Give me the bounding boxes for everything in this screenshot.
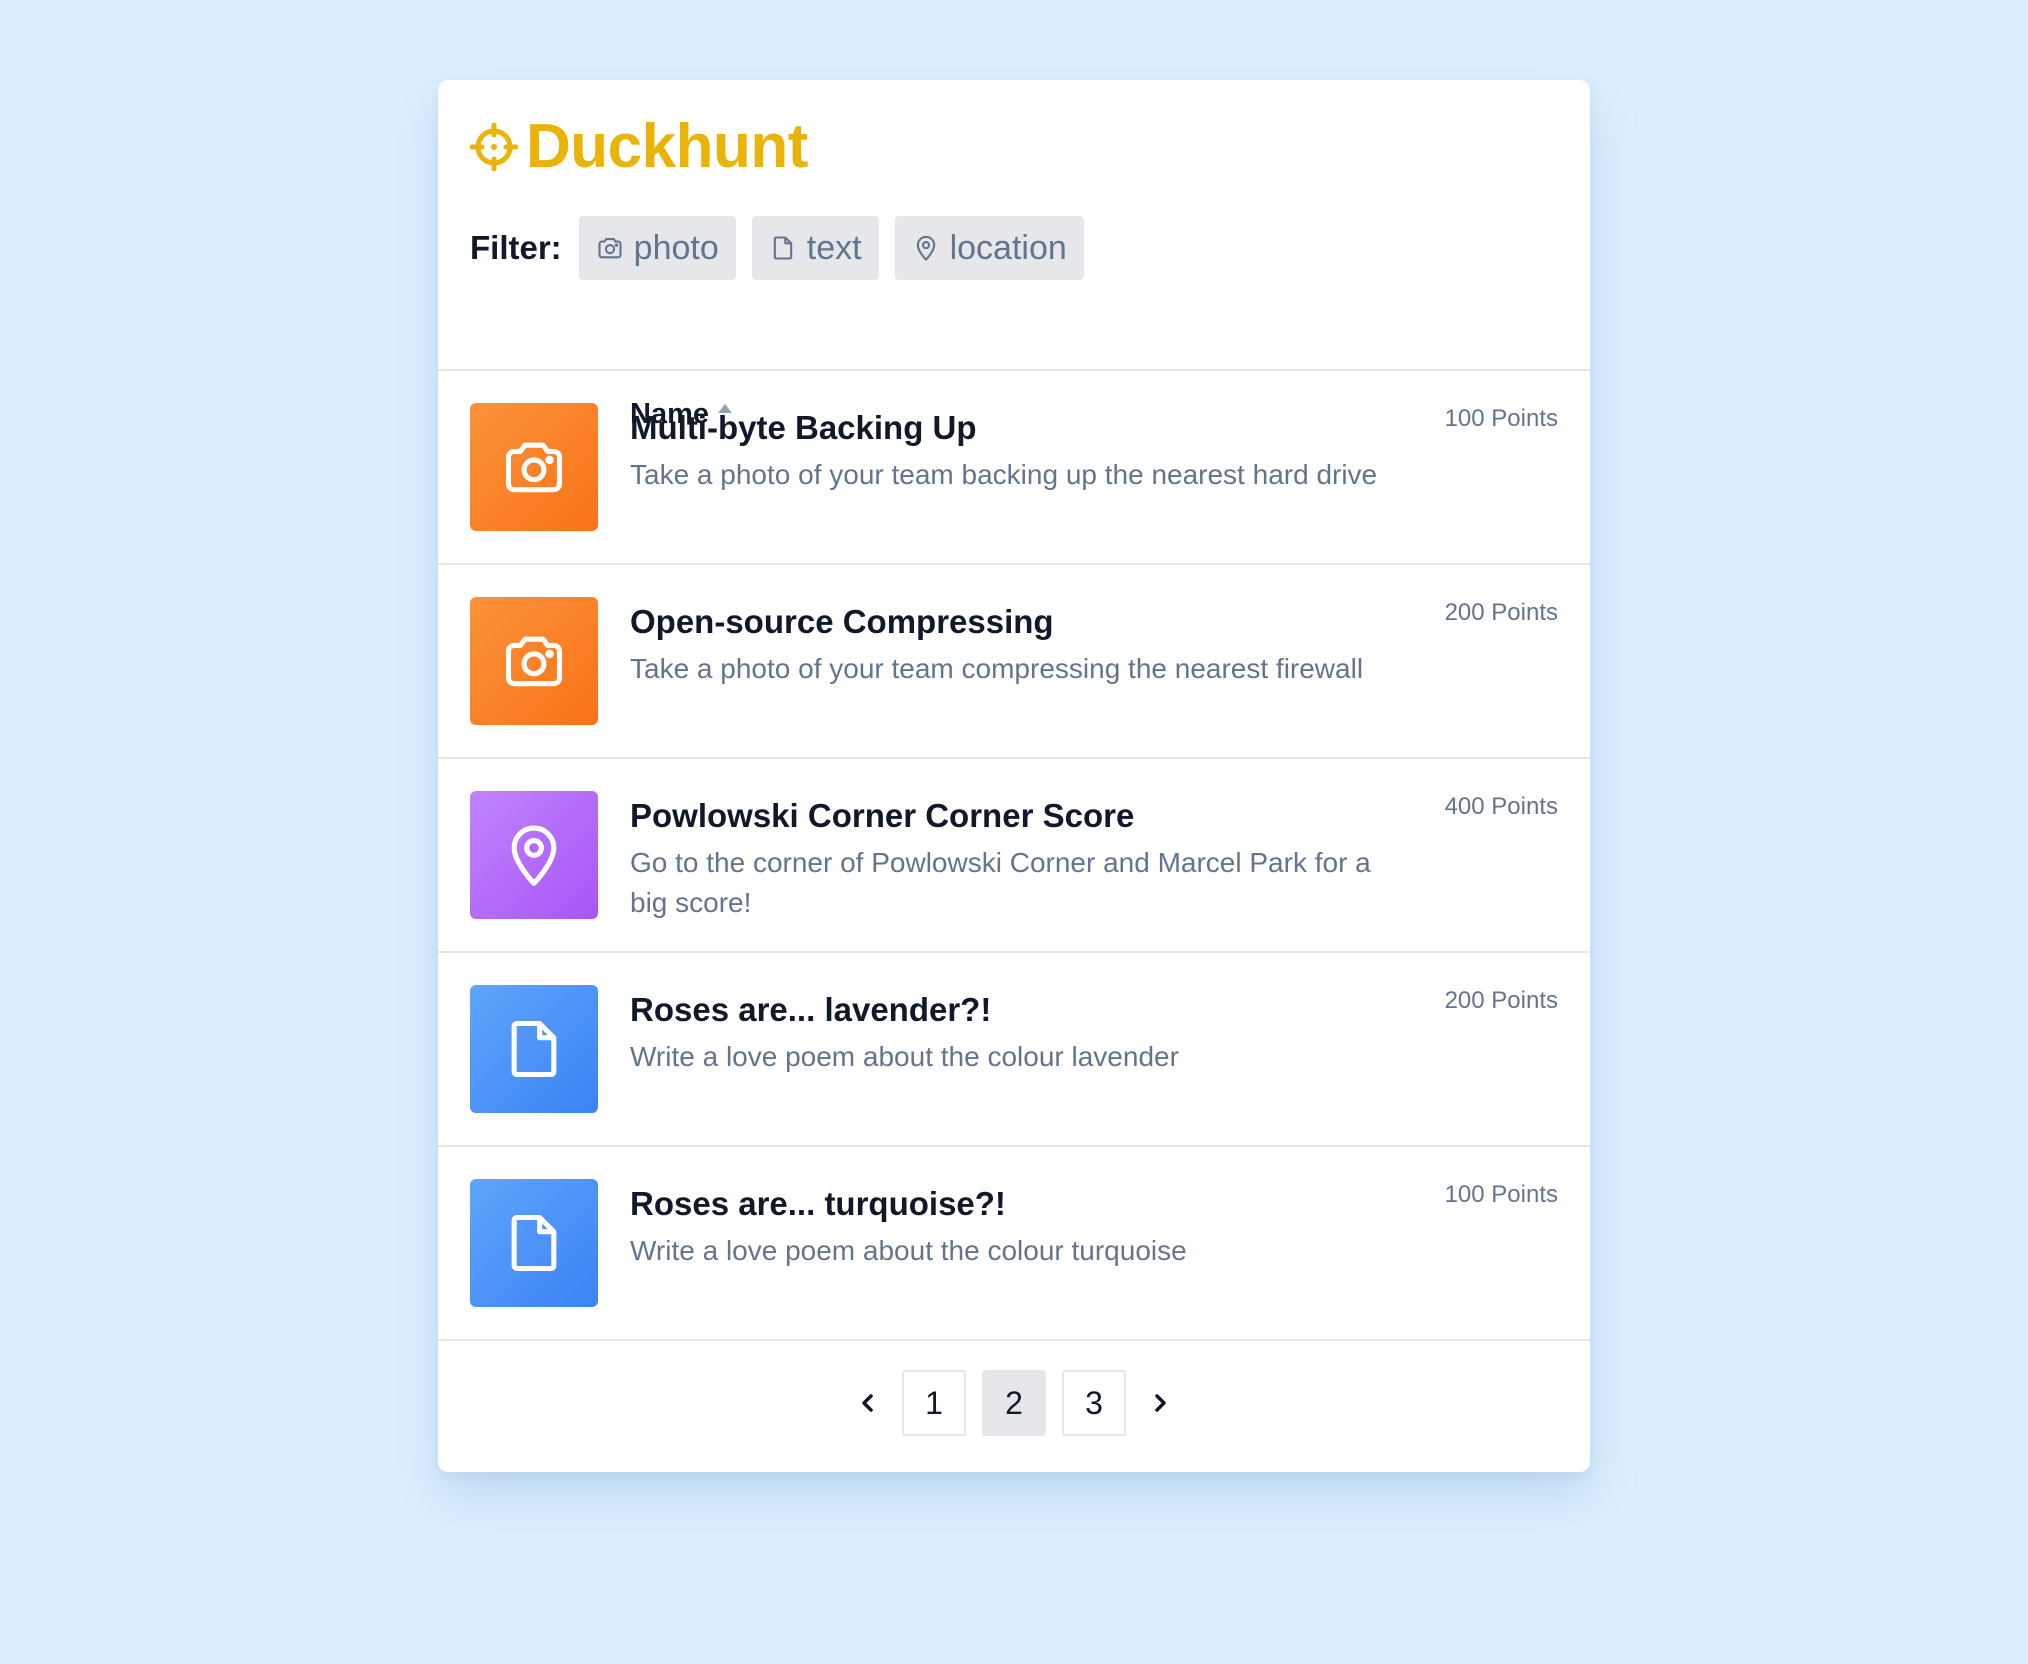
text-thumbnail — [470, 1179, 598, 1307]
list-item[interactable]: Roses are... lavender?! Write a love poe… — [438, 953, 1590, 1147]
pagination: 1 2 3 — [438, 1370, 1590, 1436]
item-description: Write a love poem about the colour laven… — [630, 1041, 1179, 1072]
photo-thumbnail — [470, 597, 598, 725]
crosshair-logo-icon — [470, 123, 518, 171]
item-title: Roses are... lavender?! — [630, 991, 992, 1028]
item-points: 200 Points — [1444, 987, 1558, 1014]
list-item[interactable]: Open-source Compressing Take a photo of … — [438, 565, 1590, 759]
filter-chip-label: text — [806, 228, 862, 267]
photo-thumbnail — [470, 403, 598, 531]
item-description: Take a photo of your team compressing th… — [630, 653, 1364, 684]
map-pin-icon — [511, 825, 557, 886]
next-page-button[interactable] — [1140, 1370, 1180, 1436]
item-description: Go to the corner of Powlowski Corner and… — [630, 847, 1371, 918]
camera-icon — [505, 442, 563, 493]
page-button-3[interactable]: 3 — [1062, 1370, 1126, 1436]
text-thumbnail — [470, 985, 598, 1113]
item-description: Write a love poem about the colour turqu… — [630, 1235, 1187, 1266]
item-points: 100 Points — [1444, 1181, 1558, 1208]
location-thumbnail — [470, 791, 598, 919]
item-title: Open-source Compressing — [630, 603, 1054, 640]
chevron-left-icon — [862, 1394, 873, 1412]
list-item[interactable]: Powlowski Corner Corner Score Go to the … — [438, 759, 1590, 953]
item-description: Take a photo of your team backing up the… — [630, 459, 1378, 490]
map-pin-icon — [916, 235, 935, 261]
camera-icon — [598, 237, 622, 259]
filter-chip-text[interactable]: text — [751, 216, 879, 280]
file-icon — [511, 1020, 557, 1078]
filter-chip-photo[interactable]: photo — [578, 216, 736, 280]
item-points: 200 Points — [1444, 599, 1558, 626]
challenge-list: Multi-byte Backing Up Take a photo of yo… — [438, 369, 1590, 1341]
app-header: Duckhunt — [470, 116, 808, 178]
camera-icon — [505, 636, 563, 687]
challenge-card: Duckhunt Filter: photo text location Nam… — [438, 80, 1590, 1472]
list-item[interactable]: Roses are... turquoise?! Write a love po… — [438, 1147, 1590, 1341]
page-button-2-current[interactable]: 2 — [982, 1370, 1046, 1436]
page-number-list: 1 2 3 — [894, 1370, 1134, 1436]
file-icon — [773, 236, 792, 260]
filter-label: Filter: — [470, 229, 562, 266]
list-item[interactable]: Multi-byte Backing Up Take a photo of yo… — [438, 371, 1590, 565]
page-button-1[interactable]: 1 — [902, 1370, 966, 1436]
item-points: 100 Points — [1444, 405, 1558, 432]
item-title: Roses are... turquoise?! — [630, 1185, 1006, 1222]
chevron-right-icon — [1155, 1394, 1166, 1412]
filter-bar: Filter: photo text location — [470, 216, 1100, 280]
item-title: Multi-byte Backing Up — [630, 409, 977, 446]
previous-page-button[interactable] — [848, 1370, 888, 1436]
item-points: 400 Points — [1444, 793, 1558, 820]
file-icon — [511, 1214, 557, 1272]
filter-chip-location[interactable]: location — [894, 216, 1084, 280]
item-title: Powlowski Corner Corner Score — [630, 797, 1135, 834]
app-title: Duckhunt — [526, 112, 808, 181]
filter-chip-label: location — [949, 228, 1067, 267]
filter-chip-label: photo — [633, 228, 719, 267]
